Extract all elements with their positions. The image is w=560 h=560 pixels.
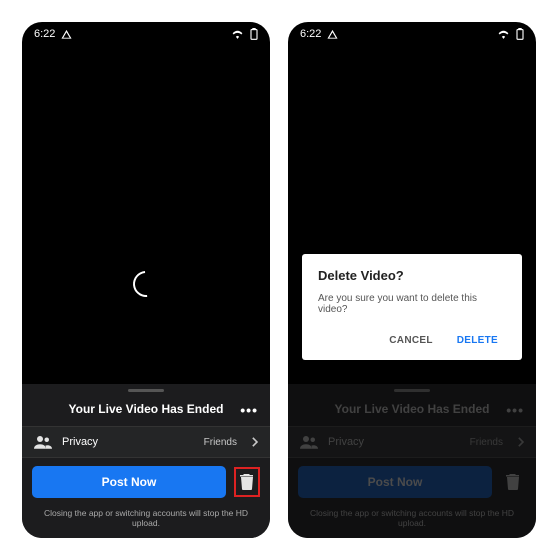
confirm-delete-button[interactable]: DELETE xyxy=(449,329,506,352)
wifi-icon xyxy=(231,29,244,39)
sheet-title: Your Live Video Has Ended xyxy=(335,402,490,416)
privacy-label: Privacy xyxy=(328,436,364,448)
trash-icon xyxy=(240,474,254,490)
bottom-sheet: Your Live Video Has Ended ••• Privacy Fr… xyxy=(288,384,536,538)
delete-button[interactable] xyxy=(234,467,260,497)
friends-icon xyxy=(34,435,52,449)
warning-icon xyxy=(327,29,338,40)
more-icon: ••• xyxy=(506,402,524,418)
sheet-handle xyxy=(394,389,430,392)
more-icon[interactable]: ••• xyxy=(240,402,258,418)
cancel-button[interactable]: CANCEL xyxy=(381,329,440,352)
delete-button xyxy=(500,467,526,497)
chevron-right-icon xyxy=(251,437,258,447)
battery-icon xyxy=(516,28,524,40)
privacy-value: Friends xyxy=(470,437,503,448)
dialog-title: Delete Video? xyxy=(318,268,506,283)
battery-icon xyxy=(250,28,258,40)
sheet-title: Your Live Video Has Ended xyxy=(69,402,224,416)
post-now-button[interactable]: Post Now xyxy=(32,466,226,498)
status-time: 6:22 xyxy=(34,28,55,40)
status-time: 6:22 xyxy=(300,28,321,40)
loading-spinner xyxy=(133,271,159,297)
post-now-button: Post Now xyxy=(298,466,492,498)
sheet-handle[interactable] xyxy=(128,389,164,392)
bottom-sheet: Your Live Video Has Ended ••• Privacy Fr… xyxy=(22,384,270,538)
privacy-row: Privacy Friends xyxy=(288,426,536,458)
friends-icon xyxy=(300,435,318,449)
phone-left: 6:22 Your Live Video Has Ended ••• P xyxy=(22,22,270,538)
phone-right: 6:22 Your Live Video Has Ended ••• Priva… xyxy=(288,22,536,538)
delete-dialog: Delete Video? Are you sure you want to d… xyxy=(302,254,522,360)
privacy-label: Privacy xyxy=(62,436,98,448)
footer-note: Closing the app or switching accounts wi… xyxy=(22,506,270,532)
chevron-right-icon xyxy=(517,437,524,447)
privacy-row[interactable]: Privacy Friends xyxy=(22,426,270,458)
footer-note: Closing the app or switching accounts wi… xyxy=(288,506,536,532)
dialog-message: Are you sure you want to delete this vid… xyxy=(318,293,506,315)
warning-icon xyxy=(61,29,72,40)
statusbar: 6:22 xyxy=(22,22,270,46)
privacy-value: Friends xyxy=(204,437,237,448)
wifi-icon xyxy=(497,29,510,39)
statusbar: 6:22 xyxy=(288,22,536,46)
trash-icon xyxy=(506,474,520,490)
